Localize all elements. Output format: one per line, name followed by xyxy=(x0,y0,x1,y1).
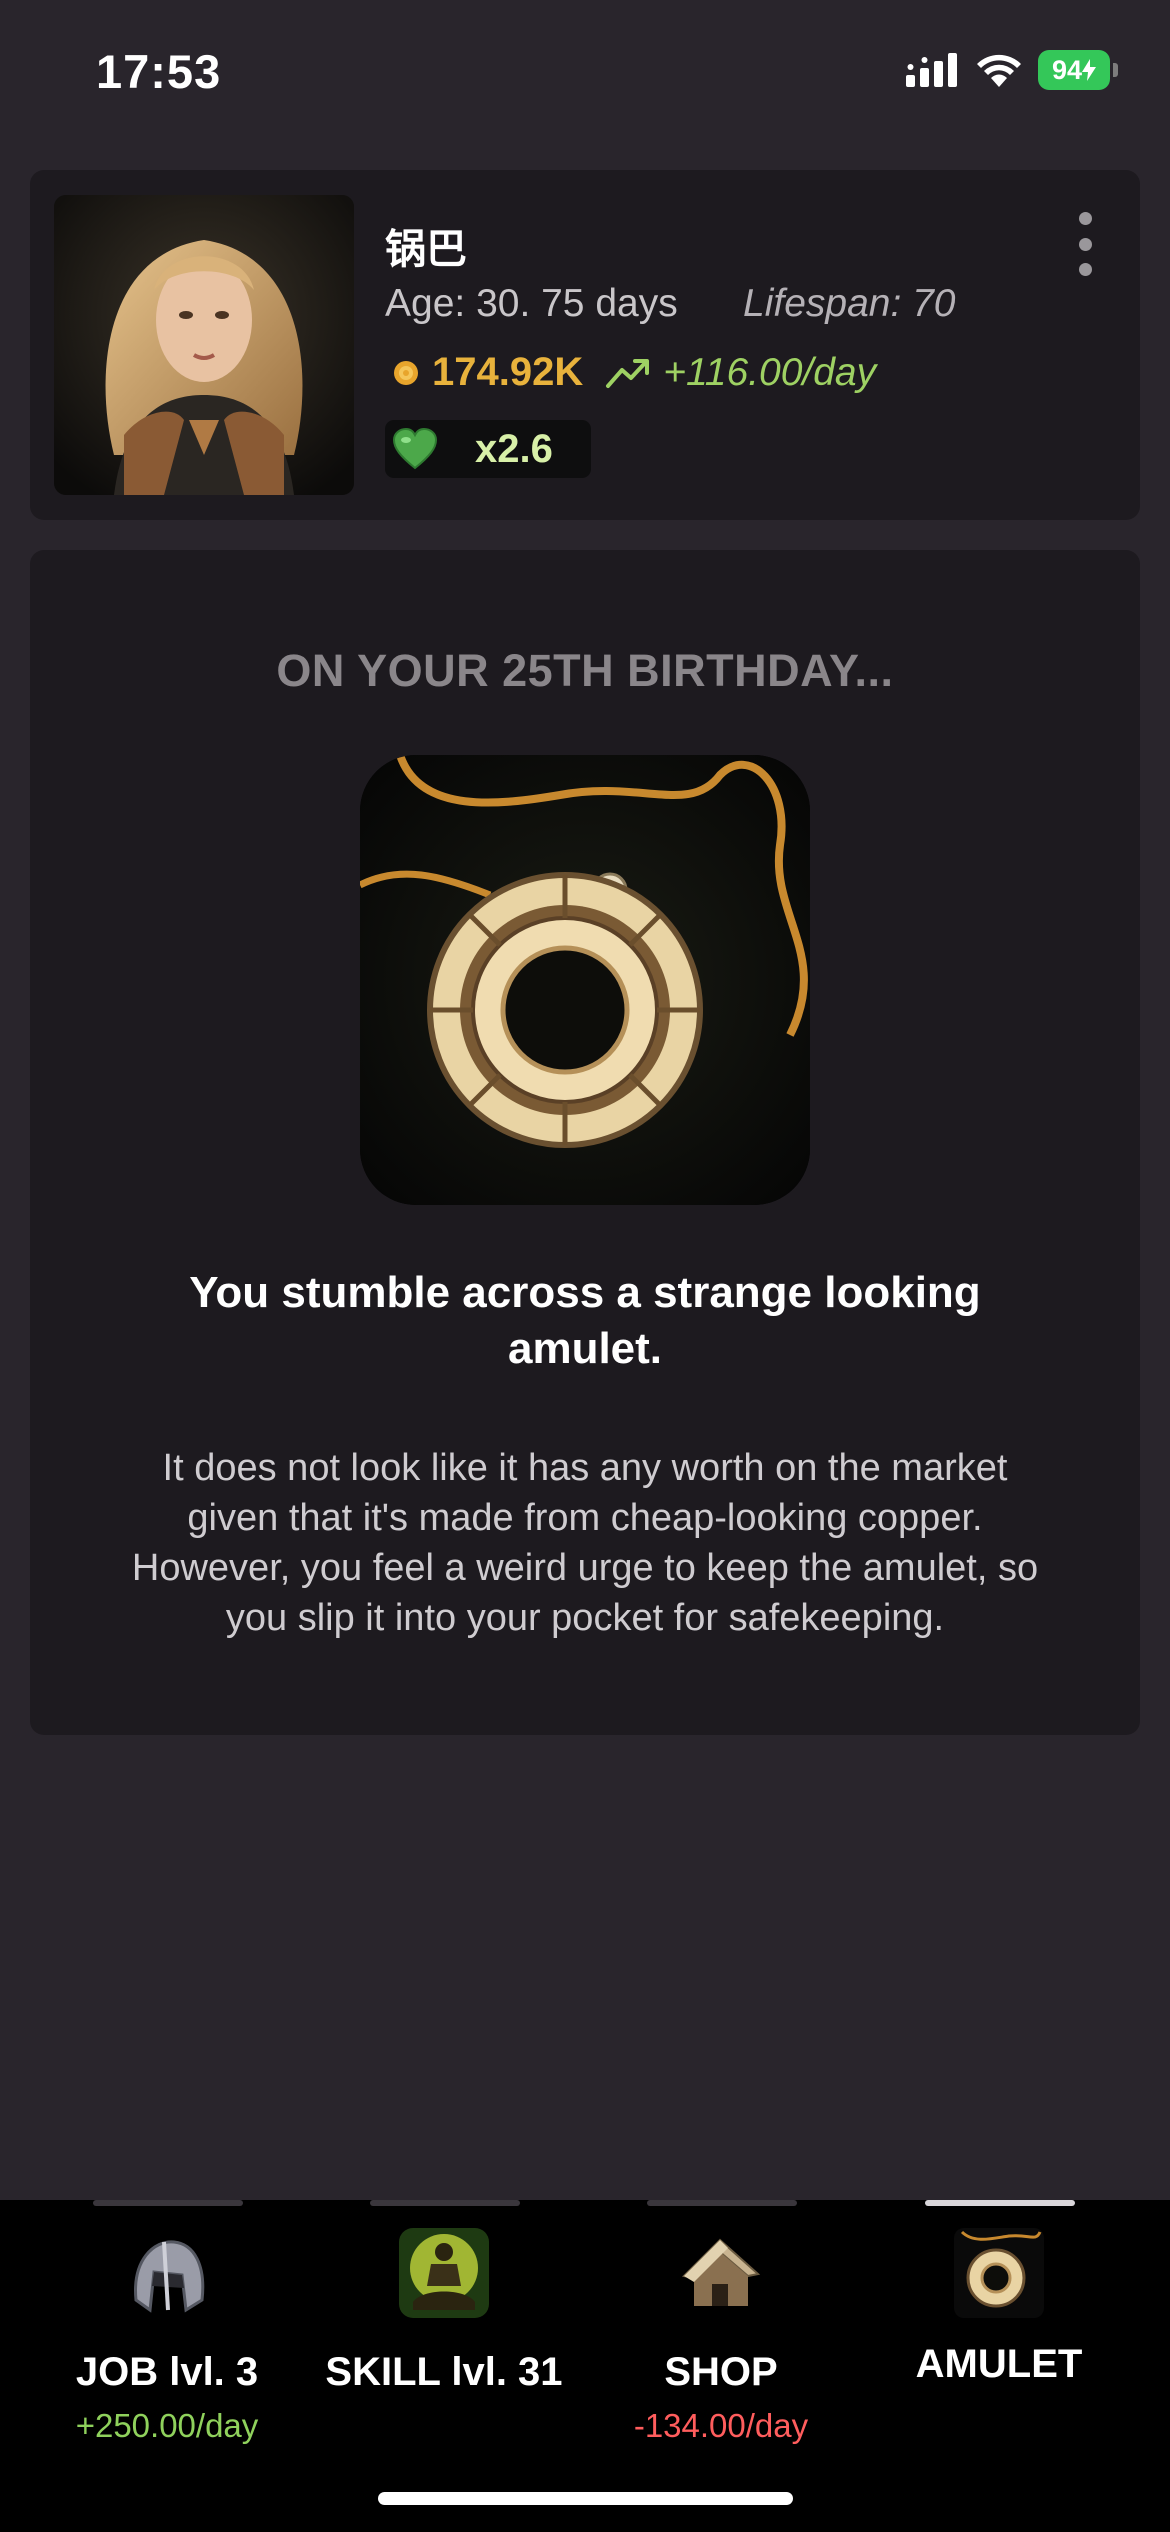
trending-up-icon xyxy=(606,358,650,388)
status-time: 17:53 xyxy=(96,45,222,98)
tab-shop[interactable]: SHOP -134.00/day xyxy=(582,2200,860,2444)
more-options-button[interactable] xyxy=(1070,212,1100,276)
tab-job-label: JOB lvl. 3 xyxy=(75,2350,259,2394)
battery-indicator: 94 xyxy=(1038,50,1118,90)
coin-balance: 174.92K xyxy=(432,350,584,394)
amulet-image xyxy=(360,755,810,1205)
green-heart-icon xyxy=(385,420,445,478)
coin-icon xyxy=(394,360,418,385)
amulet-icon xyxy=(954,2228,1044,2318)
wifi-icon xyxy=(977,54,1021,87)
charging-bolt-icon xyxy=(1082,59,1097,81)
menu-dot xyxy=(1078,212,1092,225)
event-heading: You stumble across a strange looking amu… xyxy=(189,1268,981,1373)
tab-skill[interactable]: SKILL lvl. 31 xyxy=(305,2200,583,2440)
tab-amulet[interactable]: AMULET xyxy=(860,2200,1138,2440)
menu-dot xyxy=(1078,263,1092,276)
character-card: 锅巴 Age: 30. 75 days Lifespan: 70 174.92K… xyxy=(30,170,1140,520)
event-description: It does not look like it has any worth o… xyxy=(131,1447,1039,1639)
battery-level: 94 xyxy=(1051,54,1083,85)
tab-skill-label: SKILL lvl. 31 xyxy=(325,2350,563,2394)
character-lifespan: Lifespan: 70 xyxy=(743,282,956,325)
helmet-icon xyxy=(122,2228,212,2318)
tab-indicator xyxy=(370,2200,520,2206)
tab-indicator xyxy=(647,2200,797,2206)
tab-shop-expense: -134.00/day xyxy=(633,2407,809,2444)
tab-amulet-label: AMULET xyxy=(915,2342,1083,2386)
multiplier-value: x2.6 xyxy=(475,426,553,471)
character-age: Age: 30. 75 days xyxy=(385,282,678,325)
multiplier-badge: x2.6 xyxy=(385,420,591,478)
tab-indicator xyxy=(93,2200,243,2206)
event-title: ON YOUR 25TH BIRTHDAY... xyxy=(276,645,894,696)
tab-shop-label: SHOP xyxy=(664,2350,778,2394)
tab-indicator-active xyxy=(925,2200,1075,2206)
hut-icon xyxy=(676,2228,766,2318)
meditation-icon xyxy=(399,2228,489,2318)
tab-job-income: +250.00/day xyxy=(75,2407,259,2444)
menu-dot xyxy=(1078,237,1092,251)
coin-row: 174.92K +116.00/day xyxy=(392,350,876,395)
status-icons: 94 xyxy=(906,50,1118,90)
bottom-navigation: JOB lvl. 3 +250.00/day SKILL lvl. 31 SHO… xyxy=(0,2200,1170,2532)
status-bar: 17:53 94 xyxy=(0,0,1170,150)
character-name: 锅巴 xyxy=(385,226,467,272)
daily-income: +116.00/day xyxy=(663,350,877,394)
character-portrait[interactable] xyxy=(54,195,354,495)
home-indicator[interactable] xyxy=(378,2492,793,2505)
tab-job[interactable]: JOB lvl. 3 +250.00/day xyxy=(28,2200,306,2444)
cellular-signal-icon xyxy=(906,53,957,87)
event-card: ON YOUR 25TH BIRTHDAY... You stumble acr… xyxy=(30,550,1140,1735)
